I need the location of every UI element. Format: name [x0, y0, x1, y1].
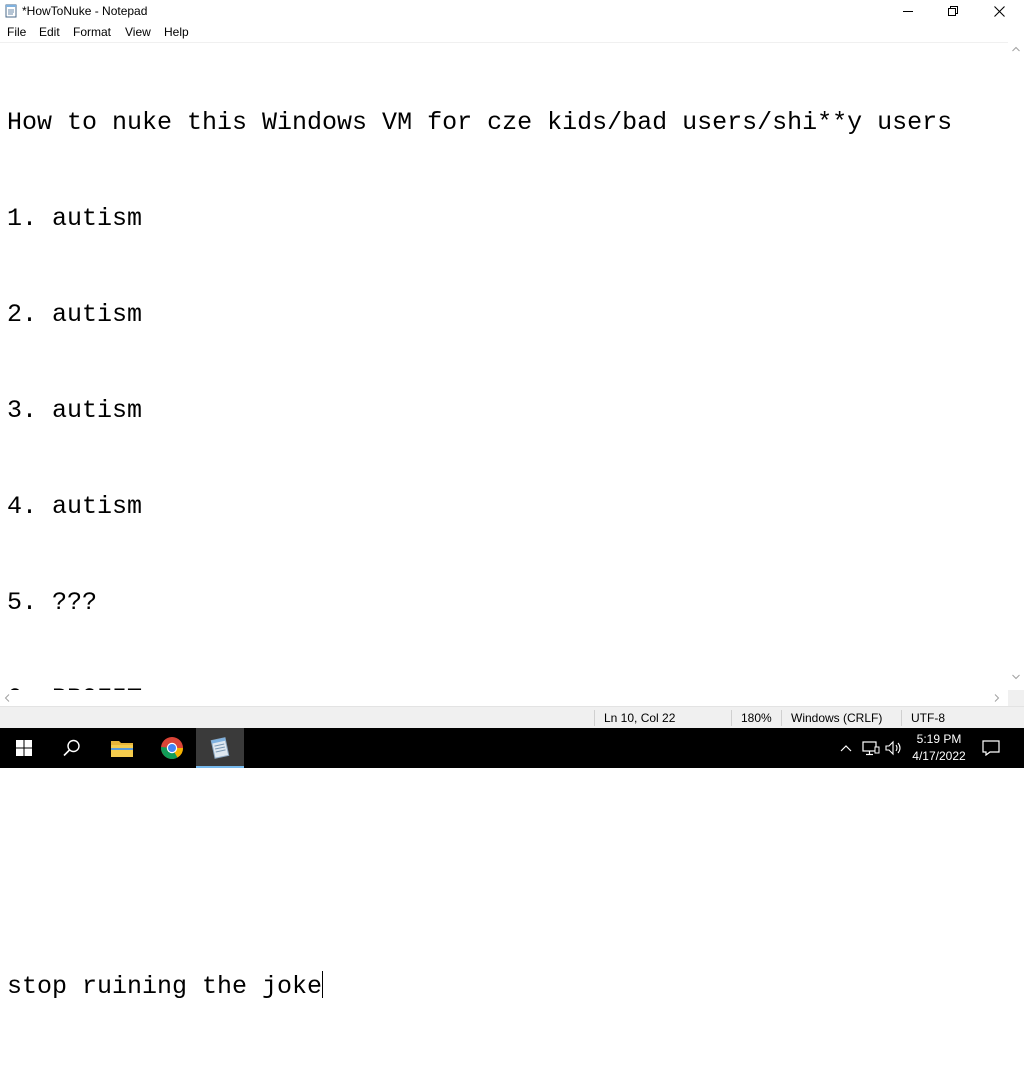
menu-view[interactable]: View: [125, 25, 151, 39]
status-separator: [901, 710, 902, 726]
start-button[interactable]: [0, 728, 48, 768]
notepad-app-icon[interactable]: [4, 4, 18, 18]
file-explorer-icon: [111, 741, 133, 757]
horizontal-scrollbar[interactable]: [0, 690, 1008, 706]
close-button[interactable]: [976, 0, 1022, 22]
document-text[interactable]: How to nuke this Windows VM for cze kids…: [7, 43, 952, 1067]
show-hidden-icons-button[interactable]: [836, 738, 856, 758]
chevron-up-icon: [840, 745, 852, 752]
notepad-window: *HowToNuke - Notepad File Edit Format Vi…: [0, 0, 1024, 1001]
taskbar-file-explorer[interactable]: [98, 728, 146, 768]
network-button[interactable]: [861, 738, 881, 758]
scroll-left-arrow-icon: [4, 694, 10, 702]
taskbar-notepad[interactable]: [196, 728, 244, 768]
clock-time: 5:19 PM: [916, 732, 962, 746]
encoding: UTF-8: [911, 711, 945, 725]
restore-button[interactable]: [930, 0, 976, 22]
status-separator: [781, 710, 782, 726]
taskbar-clock[interactable]: 5:19 PM 4/17/2022: [906, 731, 972, 765]
menu-help[interactable]: Help: [164, 25, 189, 39]
restore-icon: [948, 6, 958, 16]
text-line: 4. autism: [7, 492, 143, 521]
text-line: 3. autism: [7, 396, 143, 425]
minimize-button[interactable]: [885, 0, 931, 22]
scroll-right-arrow-icon: [994, 694, 1000, 702]
text-line: 2. autism: [7, 300, 143, 329]
current-line-text: stop ruining the joke: [7, 972, 323, 1001]
text-line-current: stop ruining the joke: [7, 971, 952, 1003]
menu-edit[interactable]: Edit: [39, 25, 60, 39]
search-icon: [63, 739, 80, 757]
status-bar: Ln 10, Col 22 180% Windows (CRLF) UTF-8: [0, 706, 1024, 729]
scroll-up-arrow-icon: [1012, 46, 1020, 52]
text-line: 5. ???: [7, 588, 98, 617]
volume-button[interactable]: [884, 738, 904, 758]
windows-start-icon: [16, 740, 32, 756]
network-icon: [862, 741, 880, 756]
title-bar[interactable]: *HowToNuke - Notepad: [0, 0, 1024, 22]
action-center-button[interactable]: [981, 738, 1001, 758]
line-ending: Windows (CRLF): [791, 711, 883, 725]
scrollbar-corner: [1008, 690, 1024, 706]
status-separator: [594, 710, 595, 726]
text-line: How to nuke this Windows VM for cze kids…: [7, 108, 953, 137]
notepad-icon: [210, 737, 230, 759]
status-separator: [731, 710, 732, 726]
taskbar-chrome[interactable]: [148, 728, 196, 768]
notification-icon: [982, 740, 1000, 756]
taskbar-search-button[interactable]: [48, 728, 96, 768]
clock-date: 4/17/2022: [912, 749, 966, 763]
scroll-down-arrow-icon: [1012, 674, 1020, 680]
text-editor[interactable]: How to nuke this Windows VM for cze kids…: [0, 42, 1008, 1001]
text-caret: [322, 971, 324, 998]
menu-format[interactable]: Format: [73, 25, 111, 39]
window-title: *HowToNuke - Notepad: [22, 4, 148, 18]
text-line: 1. autism: [7, 204, 143, 233]
taskbar: 5:19 PM 4/17/2022: [0, 728, 1024, 768]
minimize-icon: [903, 11, 913, 12]
chrome-icon: [161, 737, 183, 759]
zoom-level: 180%: [741, 711, 772, 725]
vertical-scrollbar[interactable]: [1008, 42, 1024, 690]
speaker-icon: [885, 740, 901, 756]
close-icon: [993, 5, 1005, 17]
menu-bar: File Edit Format View Help: [0, 22, 1024, 42]
cursor-position: Ln 10, Col 22: [604, 711, 676, 725]
text-line: [7, 875, 952, 907]
menu-file[interactable]: File: [7, 25, 26, 39]
text-line: [7, 779, 952, 811]
